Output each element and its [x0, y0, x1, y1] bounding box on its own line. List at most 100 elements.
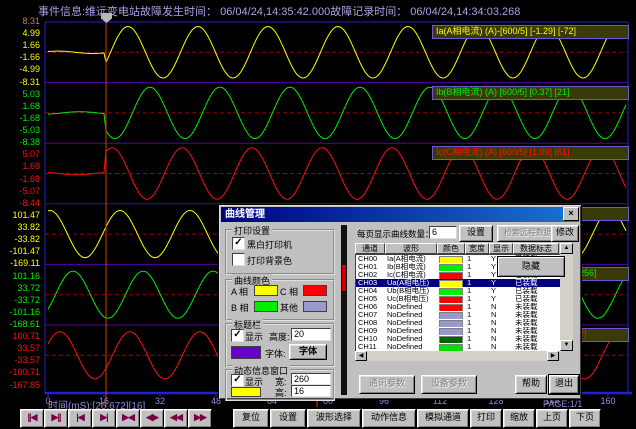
y-scale-label-CH01: -8.38 — [0, 138, 40, 147]
retrieve-remote-button[interactable]: 检索远程数据 — [497, 225, 559, 242]
font-button[interactable]: 字体 — [289, 344, 327, 360]
row-color-swatch — [439, 320, 463, 327]
x-tick-label: 32 — [146, 396, 174, 406]
titlebar-show-checkbox[interactable]: ✓ — [231, 329, 244, 342]
channel-label-CH02: Ic(C相电流) (A) [600/5] [1.09] [61] — [432, 146, 629, 160]
phase-other-label: 其他 — [280, 301, 298, 314]
nav-prev-cursor-icon[interactable]: |◀ — [68, 409, 92, 428]
y-scale-label-CH05: 33.57 — [0, 344, 40, 353]
hide-context-menu-item[interactable]: 隐藏 — [497, 256, 565, 277]
dyninfo-color-swatch[interactable] — [231, 387, 261, 397]
print-bg-checkbox[interactable] — [232, 253, 245, 266]
modify-button[interactable]: 修改 — [551, 225, 579, 242]
y-scale-label-CH04: -101.16 — [0, 308, 40, 317]
y-scale-label-CH03: -169.11 — [0, 259, 40, 268]
dyninfo-height-input[interactable]: 16 — [291, 385, 331, 397]
phase-c-swatch[interactable] — [303, 285, 327, 296]
row-color-swatch — [439, 288, 463, 295]
table-row-CH03[interactable]: CH03Ua(A相电压)1Y已装载 — [356, 279, 560, 287]
table-header-cell: 宽度 — [465, 243, 489, 254]
nav-last-icon[interactable]: ▶|| — [44, 409, 68, 428]
toolbar-button-5[interactable]: 打印 — [470, 409, 502, 428]
table-row-CH09[interactable]: CH09NoDefined1N未装载 — [356, 327, 560, 335]
table-row-CH07[interactable]: CH07NoDefined1N未装载 — [356, 311, 560, 319]
phase-other-swatch[interactable] — [303, 301, 327, 312]
titlebar-color-swatch[interactable] — [231, 346, 261, 359]
phase-a-swatch[interactable] — [254, 285, 278, 296]
y-scale-label-CH04: 33.72 — [0, 284, 40, 293]
row-color-swatch — [439, 272, 463, 279]
y-scale-label-CH02: 1.69 — [0, 162, 40, 171]
channel-label-CH00: Ia(A相电流) (A)-[600/5] [-1.29] [-72] — [432, 25, 629, 39]
set-button[interactable]: 设置 — [459, 225, 493, 242]
y-scale-label-CH00: 8.31 — [0, 17, 40, 26]
close-icon[interactable]: × — [563, 207, 579, 221]
toolbar-button-1[interactable]: 设置 — [270, 409, 306, 428]
y-scale-label-CH05: 100.71 — [0, 332, 40, 341]
titlebar-font-label: 字体: — [265, 347, 286, 360]
table-row-CH04[interactable]: CH04Ub(B相电压)1Y已装载 — [356, 287, 560, 295]
help-button[interactable]: 帮助 — [515, 375, 547, 394]
y-scale-label-CH00: 1.66 — [0, 41, 40, 50]
toolbar-button-4[interactable]: 模拟通道 — [417, 409, 469, 428]
toolbar-button-6[interactable]: 缩放 — [503, 409, 535, 428]
titlebar-show-label: 显示 — [245, 330, 263, 343]
titlebar-height-label: 高度: — [269, 330, 290, 343]
phase-c-label: C 相 — [280, 285, 298, 298]
y-scale-label-CH05: -33.57 — [0, 356, 40, 365]
table-header-cell: 颜色 — [437, 243, 465, 254]
table-row-CH05[interactable]: CH05Uc(B相电压)1Y已装载 — [356, 295, 560, 303]
comm-params-button[interactable]: 通讯参数 — [359, 375, 415, 394]
per-page-input[interactable]: 6 — [429, 226, 457, 239]
toolbar-button-3[interactable]: 动作信息 — [362, 409, 416, 428]
row-color-swatch — [439, 328, 463, 335]
table-header-cell: 通道 — [355, 243, 385, 254]
y-scale-label-CH03: -33.82 — [0, 235, 40, 244]
toolbar-button-7[interactable]: 上页 — [536, 409, 568, 428]
nav-expand-icon[interactable]: ◀▶ — [140, 409, 164, 428]
bw-printer-checkbox[interactable]: ✓ — [232, 237, 245, 250]
phase-b-swatch[interactable] — [254, 301, 278, 312]
table-header-cell: 数据标志 — [513, 243, 559, 254]
toolbar-button-8[interactable]: 下页 — [569, 409, 601, 428]
dialog-titlebar[interactable]: 曲线管理 — [221, 207, 579, 222]
bottom-toolbar: ||◀▶|||◀▶|▶◀◀▶◀◀▶▶ 复位设置波形选择动作信息模拟通道打印缩放上页… — [0, 407, 636, 429]
table-row-CH08[interactable]: CH08NoDefined1N未装载 — [356, 319, 560, 327]
table-row-CH10[interactable]: CH10NoDefined1N未装载 — [356, 335, 560, 343]
y-scale-label-CH00: -4.99 — [0, 65, 40, 74]
scroll-up-icon[interactable]: ▲ — [560, 243, 573, 254]
row-color-swatch — [439, 304, 463, 311]
scroll-right-icon[interactable]: ▶ — [547, 351, 559, 361]
exit-button[interactable]: 退出 — [549, 375, 579, 394]
scroll-left-icon[interactable]: ◀ — [355, 351, 367, 361]
nav-next-cursor-icon[interactable]: ▶| — [92, 409, 116, 428]
scroll-down-icon[interactable]: ▼ — [560, 340, 573, 351]
y-scale-label-CH01: 1.68 — [0, 102, 40, 111]
curve-manager-dialog: 曲线管理 × 打印设置 ✓ 黑白打印机 打印背景色 曲线颜色 A 相 C 相 B… — [218, 204, 582, 400]
dyninfo-width-input[interactable]: 260 — [291, 373, 331, 385]
table-row-CH11[interactable]: CH11NoDefined1N未装载 — [356, 343, 560, 351]
y-scale-label-CH04: -168.61 — [0, 320, 40, 329]
nav-back-icon[interactable]: ◀◀ — [164, 409, 188, 428]
titlebar-group: 标题栏 ✓ 显示 高度: 20 字体: 字体 — [225, 323, 335, 367]
panel-divider[interactable] — [341, 225, 347, 395]
horizontal-scrollbar[interactable]: ◀ ▶ — [355, 351, 559, 361]
titlebar-height-input[interactable]: 20 — [291, 328, 331, 341]
x-tick-label: 160 — [594, 396, 622, 406]
nav-compress-icon[interactable]: ▶◀ — [116, 409, 140, 428]
toolbar-button-0[interactable]: 复位 — [233, 409, 269, 428]
nav-first-icon[interactable]: ||◀ — [20, 409, 44, 428]
row-color-swatch — [439, 296, 463, 303]
nav-forward-icon[interactable]: ▶▶ — [188, 409, 212, 428]
per-page-label: 每页显示曲线数量： — [357, 228, 434, 240]
table-header-cell: 波形 — [385, 243, 437, 254]
dyninfo-show-checkbox[interactable]: ✓ — [231, 374, 244, 387]
device-params-button[interactable]: 设备参数 — [421, 375, 477, 394]
y-scale-label-CH02: -8.44 — [0, 199, 40, 208]
toolbar-button-2[interactable]: 波形选择 — [307, 409, 361, 428]
y-scale-label-CH05: -100.71 — [0, 368, 40, 377]
table-row-CH06[interactable]: CH06NoDefined1N未装载 — [356, 303, 560, 311]
y-scale-label-CH05: -167.85 — [0, 381, 40, 390]
row-color-swatch — [439, 336, 463, 343]
y-scale-label-CH01: -1.68 — [0, 114, 40, 123]
